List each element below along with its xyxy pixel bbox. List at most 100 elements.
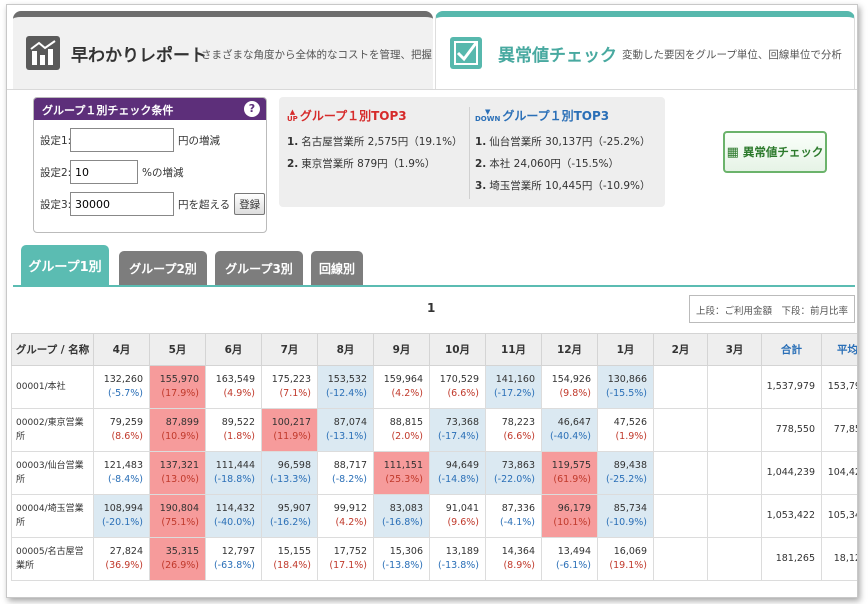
ratio-value: (-8.4%) [108,474,143,485]
amount-value: 159,964 [383,374,423,385]
ratio-value: (-17.4%) [437,431,479,442]
amount-value: 85,734 [613,503,647,514]
column-header: 3月 [707,333,762,366]
ratio-value: (-4.1%) [500,517,535,528]
ratio-value: (1.9%) [615,431,647,442]
column-header: 12月 [541,333,598,366]
ratio-value: (10.1%) [553,517,591,528]
ratio-value: (-17.2%) [493,388,535,399]
amount-value: 15,306 [389,546,423,557]
tab-group3[interactable]: グループ3別 [215,251,303,285]
ratio-value: (25.3%) [385,474,423,485]
table-row[interactable]: 00005/名古屋営業所 27,824 (36.9%) 35,315 (26.9%) 12… [11,537,857,581]
month-cell: 170,529 (6.6%) [429,365,486,409]
column-header-name: グループ / 名称 [11,333,94,366]
tab-anomaly-check[interactable]: 異常値チェック 変動した要因をグループ単位、回線単位で分析 [435,11,855,89]
ratio-value: (17.1%) [329,560,367,571]
list-item: 2. 東京営業所 879円（1.9%） [287,158,436,170]
amount-value: 95,907 [277,503,311,514]
ratio-value: (1.8%) [223,431,255,442]
month-cell [653,365,708,409]
amount-value: 132,260 [103,374,143,385]
month-cell: 89,438 (-25.2%) [597,451,654,495]
tab-line[interactable]: 回線別 [311,251,363,285]
amount-value: 16,069 [613,546,647,557]
top3-up: ▲ UP グループ１別TOP3 1. 名古屋営業所 2,575円（19.1%） 2.… [287,107,463,178]
list-item: 1. 仙台営業所 30,137円（-25.2%） [475,136,651,148]
help-icon[interactable]: ? [244,101,260,117]
ratio-value: (-20.1%) [101,517,143,528]
ratio-value: (17.9%) [161,388,199,399]
amount-value: 170,529 [439,374,479,385]
month-cell [653,408,708,452]
anomaly-check-button[interactable]: ▦ 異常値チェック [723,131,827,173]
month-cell: 35,315 (26.9%) [149,537,206,581]
amount-value: 153,532 [327,374,367,385]
amount-value: 100,217 [271,417,311,428]
setting2-input[interactable] [70,160,138,184]
month-cell: 163,549 (4.9%) [205,365,262,409]
top3-up-header: ▲ UP グループ１別TOP3 [287,107,463,124]
table-row[interactable]: 00001/本社 132,260 (-5.7%) 155,970 (17.9%) 163,… [11,365,857,409]
amount-value: 46,647 [557,417,591,428]
tab-quick-report[interactable]: 早わかりレポート さまざまな角度から全体的なコストを管理、把握 [13,11,433,89]
month-cell: 96,179 (10.1%) [541,494,598,538]
ratio-value: (-13.8%) [437,560,479,571]
ratio-value: (-40.4%) [549,431,591,442]
ratio-value: (8.9%) [503,560,535,571]
amount-value: 96,179 [557,503,591,514]
ratio-value: (61.9%) [553,474,591,485]
month-cell [707,451,762,495]
legend-note: 上段：ご利用金額 下段：前月比率 [689,295,855,323]
tab-group1[interactable]: グループ1別 [21,245,109,285]
amount-value: 96,598 [277,460,311,471]
month-cell [653,494,708,538]
average-cell: 105,342 [821,494,857,538]
ratio-value: (-13.8%) [381,560,423,571]
ratio-value: (-10.9%) [605,517,647,528]
setting1-input[interactable] [70,128,174,152]
total-cell: 181,265 [761,537,822,581]
amount-value: 73,368 [445,417,479,428]
table-row[interactable]: 00004/埼玉営業所 108,994 (-20.1%) 190,804 (75.1%)… [11,494,857,538]
month-cell [653,451,708,495]
table-row[interactable]: 00003/仙台営業所 121,483 (-8.4%) 137,321 (13.0%) 1… [11,451,857,495]
down-arrow-icon: ▼ DOWN [475,107,501,123]
column-header: 4月 [93,333,150,366]
amount-value: 119,575 [551,460,591,471]
ratio-value: (4.9%) [223,388,255,399]
setting-label: 設定1: [40,134,72,147]
column-header: 11月 [485,333,542,366]
average-cell: 104,423 [821,451,857,495]
register-button[interactable]: 登録 [234,193,266,215]
tab-underline [13,285,855,287]
month-cell: 100,217 (11.9%) [261,408,318,452]
month-cell: 12,797 (-63.8%) [205,537,262,581]
amount-value: 91,041 [445,503,479,514]
tab-subtitle: 変動した要因をグループ単位、回線単位で分析 [622,49,842,61]
top3-down: ▼ DOWN グループ１別TOP3 1. 仙台営業所 30,137円（-25.2%）… [475,107,651,200]
total-cell: 1,044,239 [761,451,822,495]
amount-value: 111,444 [215,460,255,471]
table-row[interactable]: 00002/東京営業所 79,259 (8.6%) 87,899 (10.9%) 89,5… [11,408,857,452]
month-cell: 190,804 (75.1%) [149,494,206,538]
ratio-value: (-14.8%) [437,474,479,485]
ratio-value: (36.9%) [105,560,143,571]
tab-group2[interactable]: グループ2別 [119,251,207,285]
group-name-cell: 00005/名古屋営業所 [11,537,94,581]
month-cell: 132,260 (-5.7%) [93,365,150,409]
list-item: 1. 名古屋営業所 2,575円（19.1%） [287,136,463,148]
month-cell: 95,907 (-16.2%) [261,494,318,538]
month-cell: 14,364 (8.9%) [485,537,542,581]
page-number[interactable]: 1 [427,301,435,315]
month-cell: 47,526 (1.9%) [597,408,654,452]
amount-value: 47,526 [613,417,647,428]
setting-unit: %の増減 [142,166,184,179]
divider [7,89,857,90]
ratio-value: (26.9%) [161,560,199,571]
check-conditions-panel: グループ１別チェック条件 ? 設定1: 円の増減 設定2: %の増減 設定3: … [33,97,267,233]
average-cell: 153,797 [821,365,857,409]
setting3-input[interactable] [70,192,174,216]
setting-label: 設定2: [40,166,72,179]
amount-value: 27,824 [109,546,143,557]
